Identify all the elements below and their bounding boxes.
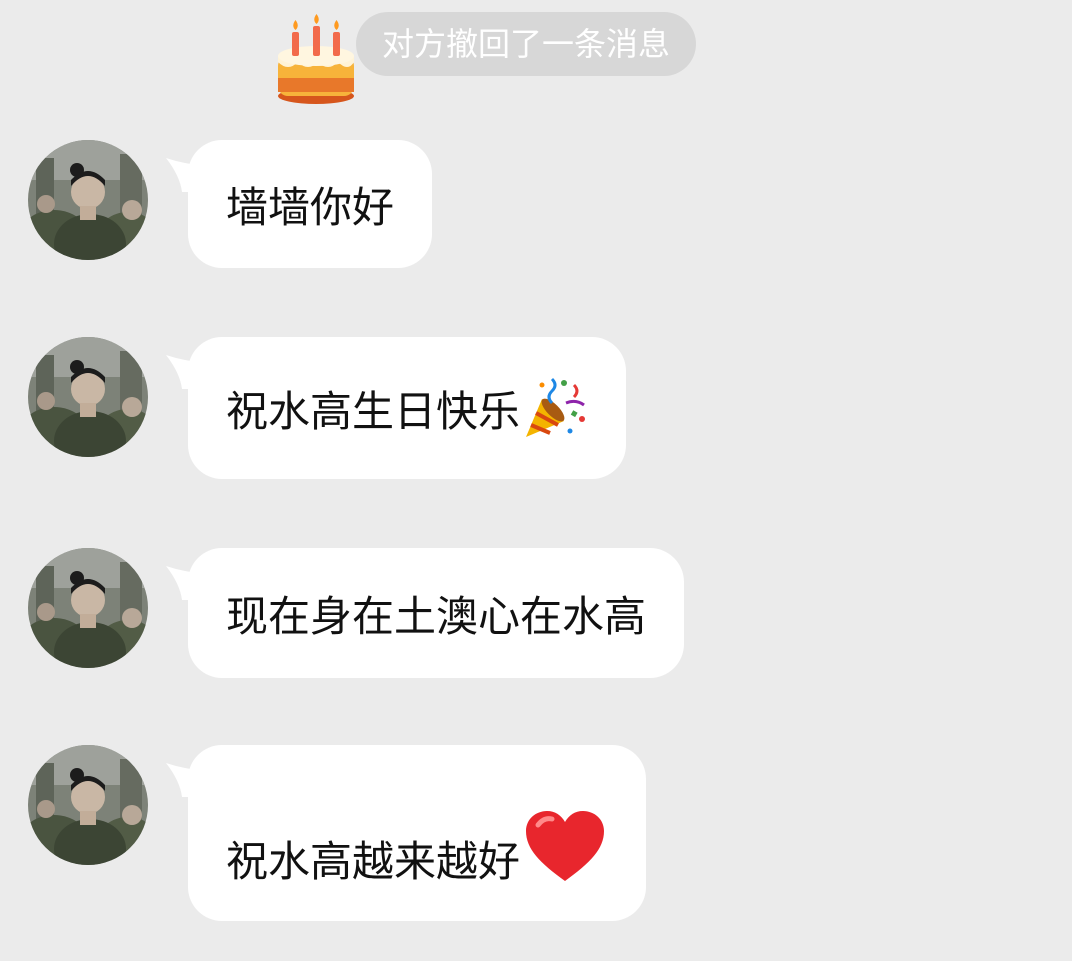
avatar[interactable] [28,140,148,260]
message-recalled-notice: 对方撤回了一条消息 [356,12,697,76]
red-heart-icon [526,811,605,881]
avatar[interactable] [28,745,148,865]
birthday-cake-icon [278,14,354,104]
bubble-tail [166,763,206,797]
avatar[interactable] [28,337,148,457]
party-popper-icon [526,377,586,437]
message-bubble[interactable]: 祝水高生日快乐 [188,337,627,479]
bubble-tail [166,355,206,389]
avatar[interactable] [28,548,148,668]
message-bubble[interactable]: 祝水高越来越好 [188,745,647,921]
message-text: 现在身在土澳心在水高 [226,591,647,641]
message-text: 墙墙你好 [226,182,395,232]
message-bubble[interactable]: 墙墙你好 [188,140,433,268]
bubble-tail [166,566,206,600]
message-text: 祝水高越来越好 [226,837,521,886]
bubble-tail [166,158,206,192]
message-bubble[interactable]: 现在身在土澳心在水高 [188,548,685,678]
message-text: 祝水高生日快乐 [226,386,521,436]
